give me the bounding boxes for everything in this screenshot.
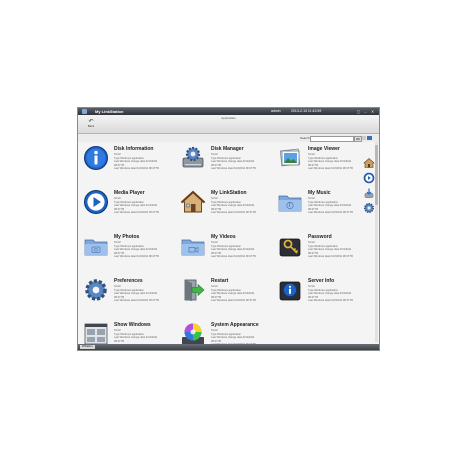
app-name[interactable]: My LinkStation bbox=[211, 190, 247, 196]
music-folder-icon[interactable] bbox=[277, 189, 303, 215]
app-description-line: Last Windows date:Fri/2/2011 08:47:55 bbox=[114, 255, 159, 259]
taskbar-item[interactable]: WStation bbox=[80, 345, 95, 349]
app-description-line: 08:47:55 bbox=[114, 339, 125, 343]
close-button[interactable]: ✕ bbox=[370, 109, 375, 114]
app-description-line: Last Windows date:Fri/2/2011 08:47:55 bbox=[114, 211, 159, 215]
filter-bar: Search OK bbox=[78, 134, 379, 142]
back-label: Back bbox=[87, 124, 95, 128]
app-description: Scroll Type:Windows application Last Windo… bbox=[308, 241, 353, 259]
app-name[interactable]: Password bbox=[308, 234, 332, 240]
toolbar: Application ↶ Back bbox=[78, 115, 379, 134]
scrollbar[interactable] bbox=[375, 142, 378, 342]
key-icon[interactable] bbox=[277, 233, 303, 259]
app-tile[interactable]: My Videos Scroll Type:Windows application L… bbox=[175, 230, 270, 274]
app-description: Scroll Type:Windows application Last Windo… bbox=[211, 241, 256, 259]
app-name[interactable]: Disk Manager bbox=[211, 146, 244, 152]
app-tile[interactable]: Preferences Scroll Type:Windows applicatio… bbox=[78, 274, 173, 318]
app-name[interactable]: Server Info bbox=[308, 278, 334, 284]
app-description-line: Last Windows date:Fri/2/2011 08:47:55 bbox=[114, 167, 159, 171]
app-description: Scroll Type:Windows application Last Windo… bbox=[211, 153, 256, 171]
app-tile[interactable]: My Music Scroll Type:Windows application La… bbox=[272, 186, 367, 230]
app-name[interactable]: Restart bbox=[211, 278, 228, 284]
dock-home-icon[interactable] bbox=[363, 156, 375, 168]
app-description: Scroll Type:Windows application Last Windo… bbox=[308, 153, 353, 171]
window-title: My LinkStation bbox=[95, 108, 124, 114]
minimize-button[interactable]: ‒ bbox=[363, 109, 368, 114]
dock-play-icon[interactable] bbox=[363, 171, 375, 184]
server-info-icon[interactable] bbox=[277, 277, 303, 303]
app-name[interactable]: Show Windows bbox=[114, 322, 151, 328]
app-description: Scroll Type:Windows application Last Windo… bbox=[114, 153, 159, 171]
clock: 2013-2-13 11:42:59 bbox=[291, 108, 322, 113]
filter-button[interactable]: OK bbox=[354, 135, 362, 142]
app-name[interactable]: My Music bbox=[308, 190, 331, 196]
app-name[interactable]: Disk Information bbox=[114, 146, 153, 152]
app-tile[interactable]: Image Viewer Scroll Type:Windows applicati… bbox=[272, 142, 367, 186]
app-grid: Disk Information Scroll Type:Windows appli… bbox=[78, 142, 367, 346]
restart-icon[interactable] bbox=[180, 277, 206, 303]
app-description: Scroll Type:Windows application Last Windo… bbox=[308, 285, 353, 303]
app-tile[interactable]: Password Scroll Type:Windows application La… bbox=[272, 230, 367, 274]
app-description-line: Last Windows date:Fri/2/2011 08:47:55 bbox=[308, 167, 353, 171]
app-name[interactable]: My Photos bbox=[114, 234, 139, 240]
scrollbar-thumb[interactable] bbox=[375, 145, 378, 205]
app-tile[interactable]: Server Info Scroll Type:Windows applicatio… bbox=[272, 274, 367, 318]
maximize-button[interactable]: ▢ bbox=[356, 109, 361, 114]
title-bar: My LinkStation admin 2013-2-13 11:42:59 … bbox=[78, 108, 379, 115]
back-button[interactable]: ↶ Back bbox=[84, 119, 98, 128]
app-description: Scroll Type:Windows application Last Windo… bbox=[211, 285, 256, 303]
app-name[interactable]: System Appearance bbox=[211, 322, 259, 328]
dock-gear-icon[interactable] bbox=[363, 201, 375, 213]
status-bar: WStation bbox=[78, 344, 379, 350]
home-icon[interactable] bbox=[180, 189, 206, 215]
filter-label: Search bbox=[300, 136, 310, 140]
video-folder-icon[interactable] bbox=[180, 233, 206, 259]
app-tile[interactable]: Disk Information Scroll Type:Windows appli… bbox=[78, 142, 173, 186]
app-description: Scroll Type:Windows application Last Windo… bbox=[114, 241, 159, 259]
user-label[interactable]: admin bbox=[271, 109, 281, 113]
app-description-line: Last Windows date:Fri/2/2011 08:47:55 bbox=[308, 255, 353, 259]
app-tile[interactable]: My LinkStation Scroll Type:Windows applica… bbox=[175, 186, 270, 230]
app-description: Scroll Type:Windows application Last Windo… bbox=[211, 197, 256, 215]
app-description-line: Last Windows date:Fri/2/2011 08:47:55 bbox=[211, 299, 256, 303]
disk-gear-icon[interactable] bbox=[180, 145, 206, 171]
photo-folder-icon[interactable] bbox=[83, 233, 109, 259]
app-description-line: Last Windows date:Fri/2/2011 08:47:55 bbox=[211, 255, 256, 259]
app-description: Scroll Type:Windows application Last Windo… bbox=[114, 285, 159, 303]
app-window: My LinkStation admin 2013-2-13 11:42:59 … bbox=[77, 107, 380, 351]
app-name[interactable]: Preferences bbox=[114, 278, 143, 284]
play-icon[interactable] bbox=[83, 189, 109, 215]
image-viewer-icon[interactable] bbox=[277, 145, 303, 171]
app-description-line: Last Windows date:Fri/2/2011 08:47:55 bbox=[211, 211, 256, 215]
app-tile[interactable]: Disk Manager Scroll Type:Windows applicati… bbox=[175, 142, 270, 186]
app-description-line: Last Windows date:Fri/2/2011 08:47:55 bbox=[308, 211, 353, 215]
app-description-line: Last Windows date:Fri/2/2011 08:47:55 bbox=[114, 299, 159, 303]
info-icon[interactable] bbox=[83, 145, 109, 171]
app-name[interactable]: Media Player bbox=[114, 190, 145, 196]
app-name[interactable]: My Videos bbox=[211, 234, 236, 240]
app-description: Scroll Type:Windows application Last Windo… bbox=[308, 197, 353, 215]
grid-view-icon[interactable] bbox=[367, 135, 372, 140]
section-title: Application bbox=[221, 116, 236, 120]
list-view-icon[interactable] bbox=[362, 135, 366, 140]
app-description: Scroll Type:Windows application Last Windo… bbox=[114, 197, 159, 215]
app-description-line: Last Windows date:Fri/2/2011 08:47:55 bbox=[308, 299, 353, 303]
gear-icon[interactable] bbox=[83, 277, 109, 303]
filter-input[interactable] bbox=[310, 135, 354, 142]
app-description: Scroll Type:Windows application Last Windo… bbox=[114, 329, 157, 343]
app-tile[interactable]: Restart Scroll Type:Windows application Las… bbox=[175, 274, 270, 318]
app-tile[interactable]: Media Player Scroll Type:Windows applicati… bbox=[78, 186, 173, 230]
app-name[interactable]: Image Viewer bbox=[308, 146, 340, 152]
app-description-line: Last Windows date:Fri/2/2011 08:47:55 bbox=[211, 167, 256, 171]
dock-download-icon[interactable] bbox=[363, 186, 375, 198]
window-icon bbox=[82, 109, 87, 114]
app-tile[interactable]: My Photos Scroll Type:Windows application L… bbox=[78, 230, 173, 274]
